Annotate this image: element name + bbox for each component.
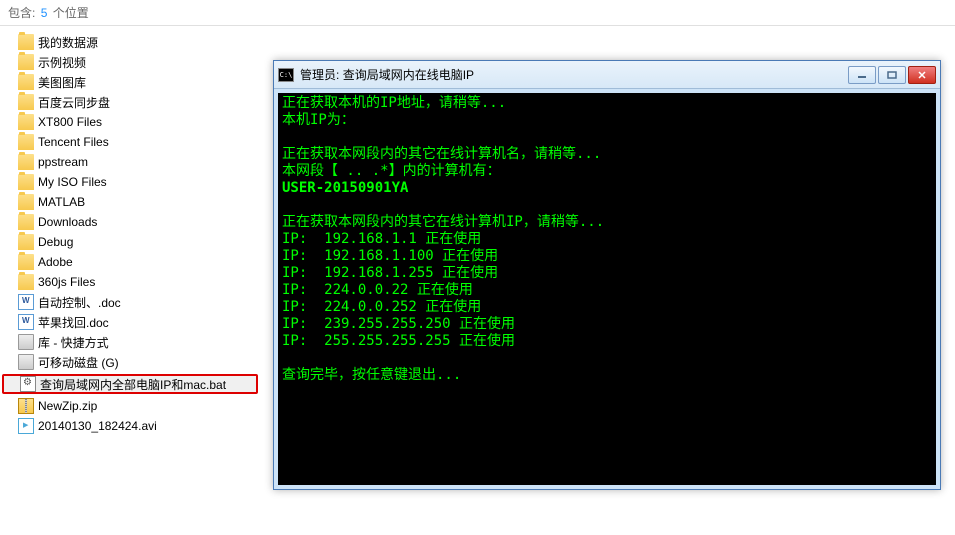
folder-icon — [18, 74, 34, 90]
file-label: Adobe — [38, 255, 73, 269]
file-item[interactable]: 自动控制、.doc — [0, 292, 260, 312]
folder-icon — [18, 114, 34, 130]
file-label: 苹果找回.doc — [38, 314, 109, 331]
file-label: 示例视频 — [38, 54, 86, 71]
file-item[interactable]: 我的数据源 — [0, 32, 260, 52]
console-line: IP: 255.255.255.255 正在使用 — [282, 333, 932, 350]
cmd-icon: C:\ — [278, 68, 294, 82]
folder-icon — [18, 174, 34, 190]
file-label: 我的数据源 — [38, 34, 98, 51]
file-item[interactable]: Debug — [0, 232, 260, 252]
folder-icon — [18, 34, 34, 50]
file-label: My ISO Files — [38, 175, 107, 189]
title-prefix: 管理员: — [300, 68, 339, 82]
file-label: 美图图库 — [38, 74, 86, 91]
file-label: Downloads — [38, 215, 97, 229]
file-item[interactable]: 库 - 快捷方式 — [0, 332, 260, 352]
console-line — [282, 350, 932, 367]
console-line — [282, 129, 932, 146]
console-line: IP: 239.255.255.250 正在使用 — [282, 316, 932, 333]
console-line: 正在获取本机的IP地址，请稍等... — [282, 95, 932, 112]
location-header: 包含: 5 个位置 — [0, 0, 955, 26]
console-line: 本网段【 .. .*】内的计算机有： — [282, 163, 932, 180]
file-label: 自动控制、.doc — [38, 294, 121, 311]
folder-icon — [18, 274, 34, 290]
header-count[interactable]: 5 — [41, 6, 48, 20]
console-line: 正在获取本网段内的其它在线计算机IP，请稍等... — [282, 214, 932, 231]
file-label: Tencent Files — [38, 135, 109, 149]
file-label: XT800 Files — [38, 115, 102, 129]
console-window: C:\ 管理员: 查询局域网内在线电脑IP 正在获取本机的IP地址，请稍等...… — [273, 60, 941, 490]
minimize-icon — [857, 71, 867, 79]
file-item[interactable]: 苹果找回.doc — [0, 312, 260, 332]
file-label: NewZip.zip — [38, 399, 97, 413]
close-button[interactable] — [908, 66, 936, 84]
file-item[interactable]: 美图图库 — [0, 72, 260, 92]
close-icon — [917, 71, 927, 79]
title-text: 查询局域网内在线电脑IP — [343, 68, 474, 82]
minimize-button[interactable] — [848, 66, 876, 84]
folder-icon — [18, 154, 34, 170]
console-line: 本机IP为： — [282, 112, 932, 129]
console-line: IP: 192.168.1.255 正在使用 — [282, 265, 932, 282]
console-line: IP: 224.0.0.22 正在使用 — [282, 282, 932, 299]
file-item[interactable]: MATLAB — [0, 192, 260, 212]
file-label: 可移动磁盘 (G) — [38, 354, 119, 371]
file-item[interactable]: 示例视频 — [0, 52, 260, 72]
console-line: IP: 224.0.0.252 正在使用 — [282, 299, 932, 316]
file-label: 百度云同步盘 — [38, 94, 110, 111]
drive-icon — [18, 354, 34, 370]
file-item[interactable]: 查询局域网内全部电脑IP和mac.bat — [2, 374, 258, 394]
folder-icon — [18, 254, 34, 270]
drive-icon — [18, 334, 34, 350]
file-item[interactable]: Adobe — [0, 252, 260, 272]
file-label: Debug — [38, 235, 73, 249]
bat-icon — [20, 376, 36, 392]
file-label: MATLAB — [38, 195, 85, 209]
file-item[interactable]: NewZip.zip — [0, 396, 260, 416]
folder-icon — [18, 134, 34, 150]
file-list: 我的数据源示例视频美图图库百度云同步盘 XT800 Files Tencent Fi… — [0, 26, 260, 442]
maximize-button[interactable] — [878, 66, 906, 84]
folder-icon — [18, 214, 34, 230]
window-title: 管理员: 查询局域网内在线电脑IP — [300, 66, 848, 83]
file-item[interactable]: 百度云同步盘 — [0, 92, 260, 112]
console-line: IP: 192.168.1.100 正在使用 — [282, 248, 932, 265]
doc-icon — [18, 314, 34, 330]
folder-icon — [18, 54, 34, 70]
doc-icon — [18, 294, 34, 310]
file-label: 库 - 快捷方式 — [38, 334, 109, 351]
file-label: 查询局域网内全部电脑IP和mac.bat — [40, 376, 226, 393]
console-line: 查询完毕，按任意键退出... — [282, 367, 932, 384]
zip-icon — [18, 398, 34, 414]
maximize-icon — [887, 71, 897, 79]
video-icon — [18, 418, 34, 434]
console-output[interactable]: 正在获取本机的IP地址，请稍等...本机IP为： 正在获取本网段内的其它在线计算… — [278, 93, 936, 485]
file-item[interactable]: My ISO Files — [0, 172, 260, 192]
file-label: ppstream — [38, 155, 88, 169]
file-item[interactable]: XT800 Files — [0, 112, 260, 132]
file-item[interactable]: 可移动磁盘 (G) — [0, 352, 260, 372]
file-label: 20140130_182424.avi — [38, 419, 157, 433]
file-item[interactable]: Downloads — [0, 212, 260, 232]
folder-icon — [18, 194, 34, 210]
console-line: 正在获取本网段内的其它在线计算机名，请稍等... — [282, 146, 932, 163]
console-line: IP: 192.168.1.1 正在使用 — [282, 231, 932, 248]
console-line — [282, 197, 932, 214]
titlebar[interactable]: C:\ 管理员: 查询局域网内在线电脑IP — [274, 61, 940, 89]
folder-icon — [18, 94, 34, 110]
console-line: USER-20150901YA — [282, 180, 932, 197]
header-prefix: 包含: — [8, 6, 35, 20]
file-item[interactable]: Tencent Files — [0, 132, 260, 152]
folder-icon — [18, 234, 34, 250]
file-item[interactable]: 360js Files — [0, 272, 260, 292]
file-item[interactable]: 20140130_182424.avi — [0, 416, 260, 436]
file-item[interactable]: ppstream — [0, 152, 260, 172]
header-suffix: 个位置 — [53, 6, 89, 20]
window-controls — [848, 66, 936, 84]
file-label: 360js Files — [38, 275, 95, 289]
